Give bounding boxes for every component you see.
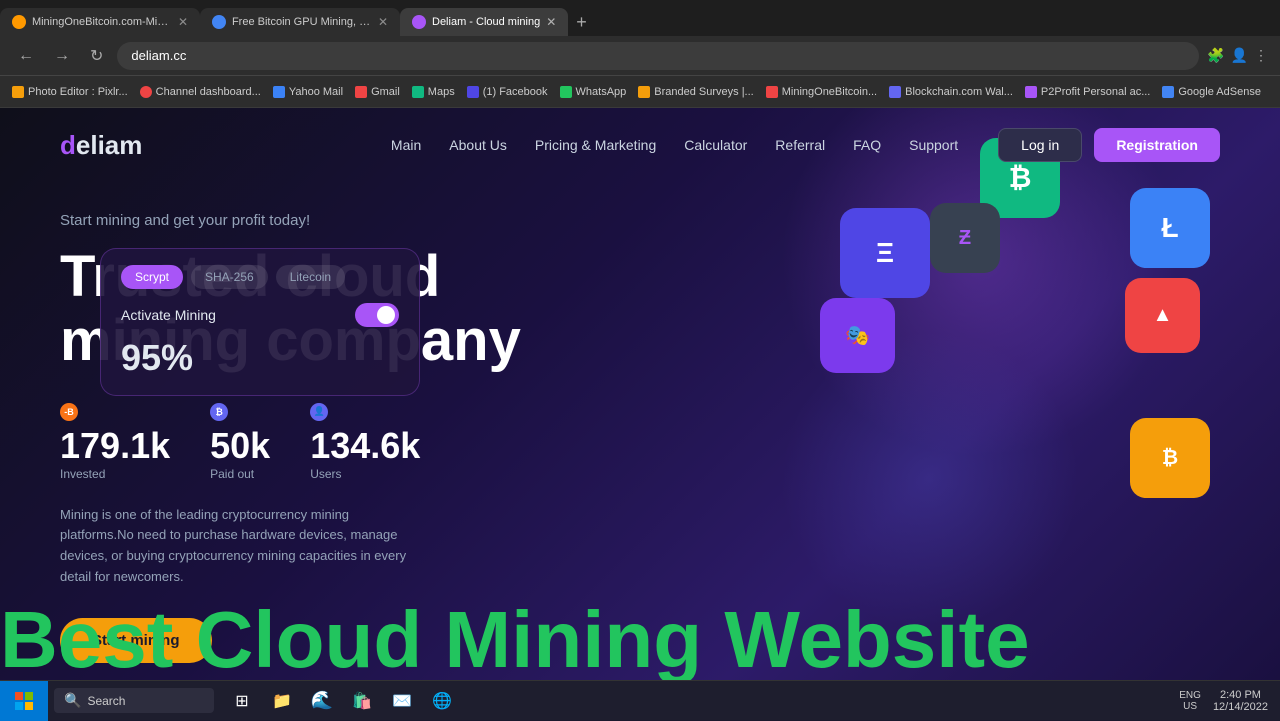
nav-referral[interactable]: Referral xyxy=(775,137,825,153)
tron-card: ▲ xyxy=(1125,278,1200,353)
stat-users-label: Users xyxy=(310,467,420,481)
tab-1-close[interactable]: ✕ xyxy=(178,15,188,29)
bookmark-7[interactable]: WhatsApp xyxy=(560,86,627,98)
taskbar-app-edge[interactable]: 🌊 xyxy=(304,683,340,719)
website: deliam Main About Us Pricing & Marketing… xyxy=(0,108,1280,680)
new-tab-button[interactable]: + xyxy=(568,12,595,33)
hero-description: Mining is one of the leading cryptocurre… xyxy=(60,505,420,588)
bookmark-5[interactable]: Maps xyxy=(412,86,455,98)
stat-invested-label: Invested xyxy=(60,467,170,481)
mining-activate-label: Activate Mining xyxy=(121,307,216,323)
taskbar-app-explorer[interactable]: 📁 xyxy=(264,683,300,719)
eth-card: Ξ xyxy=(840,208,930,298)
mining-tab-scrypt[interactable]: Scrypt xyxy=(121,265,183,289)
taskbar-search[interactable]: 🔍 Search xyxy=(54,688,214,713)
stat-invested-number: 179.1k xyxy=(60,425,170,467)
tab-2-close[interactable]: ✕ xyxy=(378,15,388,29)
stat-paidout-label: Paid out xyxy=(210,467,270,481)
bookmark-2[interactable]: Channel dashboard... xyxy=(140,86,261,98)
start-button[interactable] xyxy=(0,681,48,721)
bookmark-11[interactable]: P2Profit Personal ac... xyxy=(1025,86,1150,98)
zec-card: Ƶ xyxy=(930,203,1000,273)
taskbar-time: 2:40 PM 12/14/2022 xyxy=(1213,689,1268,713)
nav-support[interactable]: Support xyxy=(909,137,958,153)
tab-3[interactable]: Deliam - Cloud mining ✕ xyxy=(400,8,568,36)
extensions-button[interactable]: 🧩 xyxy=(1207,47,1224,64)
mining-tab-litecoin[interactable]: Litecoin xyxy=(276,265,345,289)
search-icon: 🔍 xyxy=(64,692,81,709)
nav-pricing[interactable]: Pricing & Marketing xyxy=(535,137,656,153)
stat-users: 👤 134.6k Users xyxy=(310,403,420,481)
login-button[interactable]: Log in xyxy=(998,128,1082,162)
tab-3-close[interactable]: ✕ xyxy=(546,15,556,29)
bookmark-9[interactable]: MiningOneBitcoin... xyxy=(766,86,877,98)
browser-actions: 🧩 👤 ⋮ xyxy=(1207,47,1268,64)
tab-1-label: MiningOneBitcoin.com-Mining... xyxy=(32,16,172,28)
nav-about[interactable]: About Us xyxy=(449,137,507,153)
tab-3-label: Deliam - Cloud mining xyxy=(432,16,540,28)
mining-toggle[interactable] xyxy=(355,303,399,327)
stat-user-icon: 👤 xyxy=(310,403,328,421)
nav-links: Main About Us Pricing & Marketing Calcul… xyxy=(391,137,958,153)
nav-buttons: Log in Registration xyxy=(998,128,1220,162)
tab-2-icon xyxy=(212,15,226,29)
bookmark-1[interactable]: Photo Editor : Pixlr... xyxy=(12,86,128,98)
stat-eth-icon: ₿ xyxy=(210,403,228,421)
ltc-card: Ł xyxy=(1130,188,1210,268)
address-bar: ← → ↻ 🧩 👤 ⋮ xyxy=(0,36,1280,76)
bookmarks-bar: Photo Editor : Pixlr... Channel dashboar… xyxy=(0,76,1280,108)
bookmark-6[interactable]: (1) Facebook xyxy=(467,86,548,98)
tab-2-label: Free Bitcoin GPU Mining, Cloud... xyxy=(232,16,372,28)
nav-faq[interactable]: FAQ xyxy=(853,137,881,153)
mining-percent: 95% xyxy=(121,337,399,379)
url-input[interactable] xyxy=(117,42,1199,70)
overlay-text: Best Cloud Mining Website xyxy=(0,600,1280,680)
register-button[interactable]: Registration xyxy=(1094,128,1220,162)
mining-activate-row: Activate Mining xyxy=(121,303,399,327)
tab-bar: MiningOneBitcoin.com-Mining... ✕ Free Bi… xyxy=(0,0,1280,36)
browser-chrome: MiningOneBitcoin.com-Mining... ✕ Free Bi… xyxy=(0,0,1280,108)
nav-main[interactable]: Main xyxy=(391,137,421,153)
bookmark-8[interactable]: Branded Surveys |... xyxy=(638,86,753,98)
mining-tab-sha[interactable]: SHA-256 xyxy=(191,265,268,289)
taskbar-right: ENGUS 2:40 PM 12/14/2022 xyxy=(1179,689,1280,713)
menu-button[interactable]: ⋮ xyxy=(1254,47,1268,64)
btc2-card: ₿ xyxy=(1130,418,1210,498)
stat-btc-icon: -B xyxy=(60,403,78,421)
mining-panel: Scrypt SHA-256 Litecoin Activate Mining … xyxy=(100,248,420,396)
site-navigation: deliam Main About Us Pricing & Marketing… xyxy=(0,108,1280,182)
tab-2[interactable]: Free Bitcoin GPU Mining, Cloud... ✕ xyxy=(200,8,400,36)
bookmark-10[interactable]: Blockchain.com Wal... xyxy=(889,86,1013,98)
stat-invested: -B 179.1k Invested xyxy=(60,403,170,481)
taskbar-app-mail[interactable]: ✉️ xyxy=(384,683,420,719)
bookmark-4[interactable]: Gmail xyxy=(355,86,400,98)
stat-paidout: ₿ 50k Paid out xyxy=(210,403,270,481)
taskbar-app-store[interactable]: 🛍️ xyxy=(344,683,380,719)
forward-button[interactable]: → xyxy=(48,45,76,67)
stat-paidout-number: 50k xyxy=(210,425,270,467)
mask-card: 🎭 xyxy=(820,298,895,373)
mining-tabs: Scrypt SHA-256 Litecoin xyxy=(121,265,399,289)
profile-button[interactable]: 👤 xyxy=(1231,47,1248,64)
tab-1-icon xyxy=(12,15,26,29)
nav-calculator[interactable]: Calculator xyxy=(684,137,747,153)
taskbar-app-chrome[interactable]: 🌐 xyxy=(424,683,460,719)
taskbar-language: ENGUS xyxy=(1179,690,1201,712)
stat-users-number: 134.6k xyxy=(310,425,420,467)
site-logo[interactable]: deliam xyxy=(60,130,142,161)
taskbar-search-label: Search xyxy=(87,694,125,708)
tab-3-icon xyxy=(412,15,426,29)
back-button[interactable]: ← xyxy=(12,45,40,67)
reload-button[interactable]: ↻ xyxy=(84,44,109,68)
taskbar: 🔍 Search ⊞ 📁 🌊 🛍️ ✉️ 🌐 ENGUS 2:40 PM 12/… xyxy=(0,680,1280,720)
bookmark-12[interactable]: Google AdSense xyxy=(1162,86,1261,98)
logo-d: d xyxy=(60,130,76,160)
taskbar-app-widgets[interactable]: ⊞ xyxy=(224,683,260,719)
taskbar-apps: ⊞ 📁 🌊 🛍️ ✉️ 🌐 xyxy=(224,683,460,719)
crypto-visual: Ξ ₿ Ł Ƶ ▲ 🎭 ₿ xyxy=(800,128,1220,528)
tab-1[interactable]: MiningOneBitcoin.com-Mining... ✕ xyxy=(0,8,200,36)
logo-rest: eliam xyxy=(76,130,143,160)
bookmark-3[interactable]: Yahoo Mail xyxy=(273,86,343,98)
